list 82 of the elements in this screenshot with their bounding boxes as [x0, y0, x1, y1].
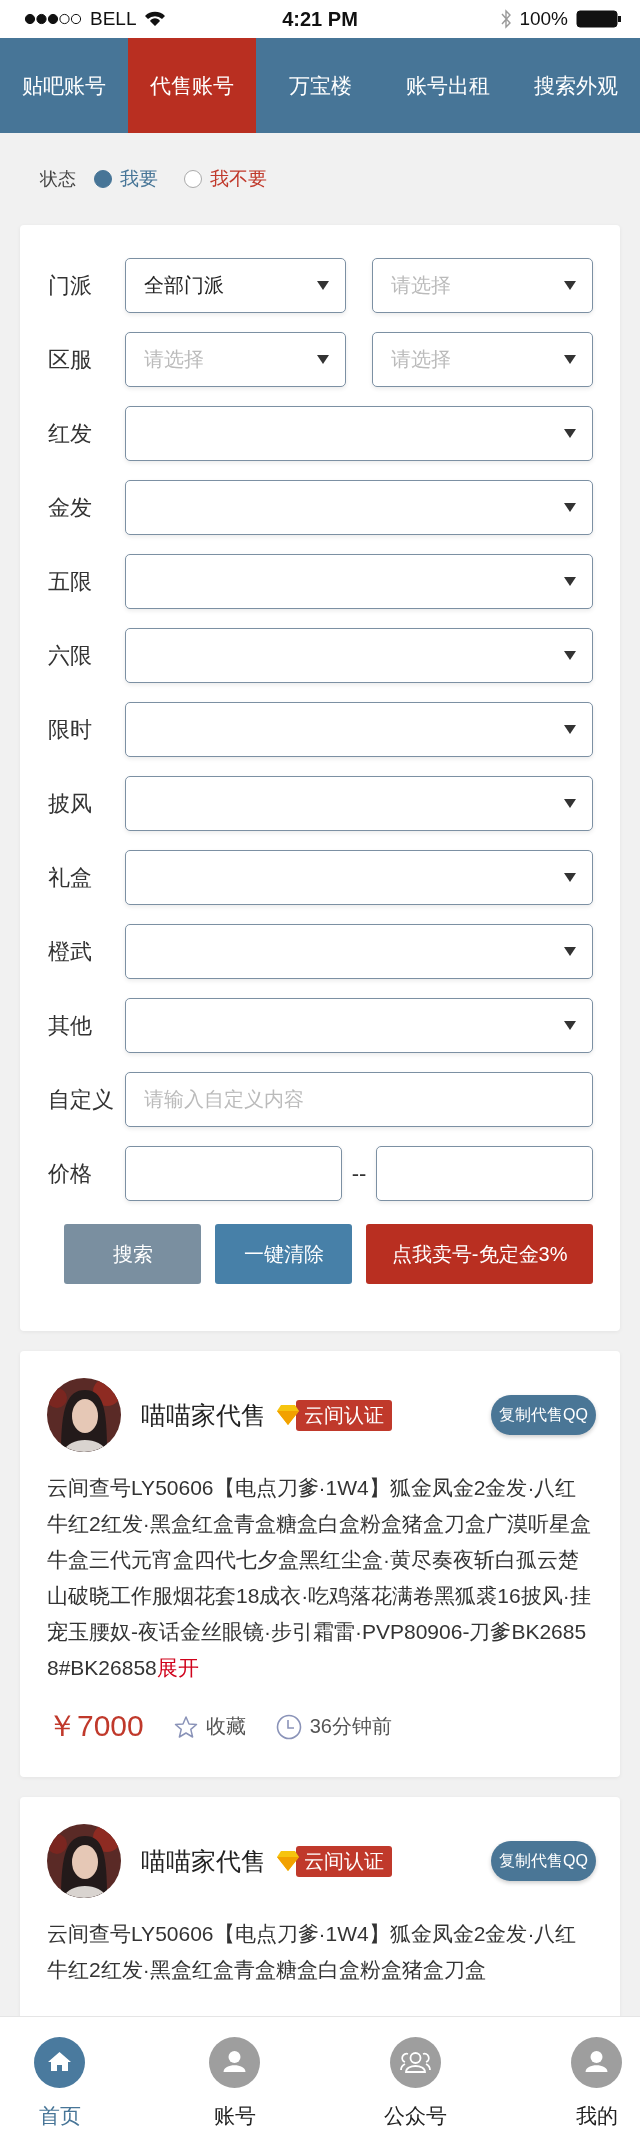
- caret-icon: [564, 281, 576, 290]
- dropdown[interactable]: 全部门派: [125, 258, 346, 313]
- status-label: 状态: [40, 168, 76, 191]
- seller-name: 喵喵家代售: [141, 1399, 266, 1431]
- verified-badge: 云间认证: [296, 1399, 392, 1431]
- search-button[interactable]: 搜索: [64, 1224, 202, 1284]
- battery-percent: 100%: [519, 8, 568, 30]
- carrier-name: BELL: [90, 8, 137, 30]
- range-separator: --: [351, 1160, 367, 1187]
- dropdown[interactable]: [125, 924, 593, 979]
- posted-time: 36分钟前: [309, 1714, 392, 1739]
- caret-icon: [317, 355, 329, 364]
- favorite-label[interactable]: 收藏: [205, 1713, 246, 1740]
- wifi-icon: [144, 11, 167, 27]
- sell-button[interactable]: 点我卖号-免定金3%: [366, 1224, 593, 1284]
- clear-button[interactable]: 一键清除: [215, 1224, 353, 1284]
- caret-icon: [564, 873, 576, 882]
- verified-badge: 云间认证: [296, 1845, 392, 1877]
- dropdown[interactable]: [125, 554, 593, 609]
- caret-icon: [564, 1021, 576, 1030]
- person-icon[interactable]: [209, 2037, 260, 2088]
- filter-label: 五限: [48, 567, 93, 596]
- nav-tab[interactable]: 账号出租: [384, 38, 512, 133]
- caret-icon: [564, 355, 576, 364]
- caret-icon: [317, 281, 329, 290]
- star-icon[interactable]: [173, 1714, 198, 1739]
- listing-description: 云间查号LY50606【电点刀爹·1W4】狐金凤金2金发·八红牛红2红发·黑盒红盒青盒糖盒白盒粉盒猪盒刀盒: [47, 1921, 578, 1983]
- dropdown[interactable]: [125, 850, 593, 905]
- copy-qq-button[interactable]: 复制代售QQ: [491, 1841, 596, 1881]
- radio-button[interactable]: [184, 170, 202, 188]
- dropdown[interactable]: [125, 628, 593, 683]
- person-icon[interactable]: [571, 2037, 622, 2088]
- dropdown[interactable]: [125, 998, 593, 1053]
- caret-icon: [564, 799, 576, 808]
- nav-label[interactable]: 公众号: [384, 2102, 447, 2130]
- filter-label: 自定义: [48, 1085, 115, 1114]
- signal-icon: [24, 13, 82, 25]
- listing-description: 云间查号LY50606【电点刀爹·1W4】狐金凤金2金发·八红牛红2红发·黑盒红盒青盒糖盒白盒粉盒猪盒刀盒广漠听星盒牛盒三代元宵盒四代七夕盒黑红尘盒·黄尽奏夜斩白孤云楚山破晓工作服烟花套18成衣·吃鸡落花满卷黑狐裘16披风·挂宠玉腰奴-夜话金丝眼镜·步引霜雷·PVP80906-刀爹BK26858#BK26858展开: [47, 1475, 592, 1681]
- input-field[interactable]: [376, 1146, 593, 1201]
- dropdown[interactable]: [125, 702, 593, 757]
- radio-button[interactable]: [94, 170, 112, 188]
- filter-label: 门派: [48, 271, 93, 300]
- dropdown[interactable]: [125, 480, 593, 535]
- filter-label: 六限: [48, 641, 93, 670]
- caret-icon: [564, 503, 576, 512]
- clock: 4:21 PM: [282, 7, 358, 31]
- caret-icon: [564, 577, 576, 586]
- caret-icon: [564, 725, 576, 734]
- filter-label: 区服: [48, 345, 93, 374]
- clock-icon: [275, 1713, 302, 1740]
- filter-label: 橙武: [48, 937, 93, 966]
- nav-tab[interactable]: 万宝楼: [256, 38, 384, 133]
- nav-tab[interactable]: 搜索外观: [512, 38, 640, 133]
- bluetooth-icon: [501, 9, 512, 29]
- filter-label: 限时: [48, 715, 93, 744]
- nav-label[interactable]: 账号: [213, 2102, 256, 2130]
- filter-label: 价格: [48, 1159, 93, 1188]
- filter-label: 红发: [48, 419, 93, 448]
- nav-label[interactable]: 首页: [38, 2102, 81, 2130]
- group-icon[interactable]: [390, 2037, 441, 2088]
- dropdown[interactable]: [125, 776, 593, 831]
- caret-icon: [564, 429, 576, 438]
- filter-label: 金发: [48, 493, 93, 522]
- battery-icon: [576, 9, 622, 29]
- input-field[interactable]: [125, 1146, 342, 1201]
- radio-label[interactable]: 我要: [120, 166, 158, 192]
- caret-icon: [564, 947, 576, 956]
- expand-link[interactable]: 展开: [156, 1656, 199, 1679]
- filter-label: 礼盒: [48, 863, 93, 892]
- nav-tab[interactable]: 代售账号: [128, 38, 256, 133]
- price: ￥7000: [47, 1708, 144, 1744]
- filter-label: 其他: [48, 1011, 93, 1040]
- nav-label[interactable]: 我的: [575, 2102, 618, 2130]
- seller-name: 喵喵家代售: [141, 1845, 266, 1877]
- nav-tab[interactable]: 贴吧账号: [0, 38, 128, 133]
- dropdown[interactable]: [125, 406, 593, 461]
- home-icon[interactable]: [34, 2037, 85, 2088]
- filter-label: 披风: [48, 789, 93, 818]
- copy-qq-button[interactable]: 复制代售QQ: [491, 1395, 596, 1435]
- caret-icon: [564, 651, 576, 660]
- radio-label[interactable]: 我不要: [210, 166, 267, 192]
- input-field[interactable]: 请输入自定义内容: [125, 1072, 593, 1127]
